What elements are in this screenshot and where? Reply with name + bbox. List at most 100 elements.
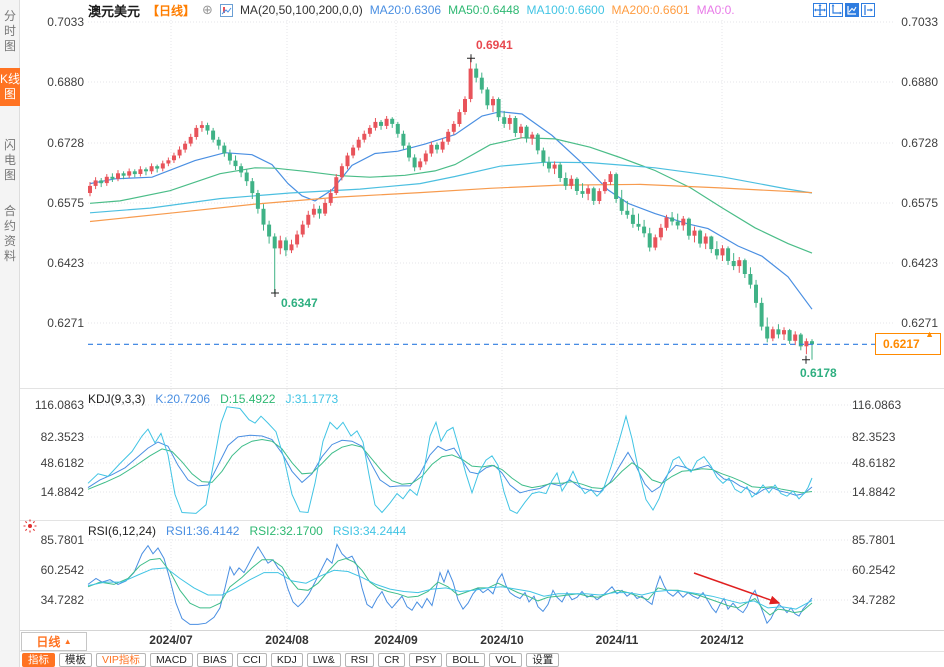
current-price-box: 0.6217 ▲ [875,333,941,355]
low-price-label: 0.6347 [281,296,318,310]
collapse-right-icon[interactable] [861,3,875,17]
gridlines [88,20,893,630]
chart-header: 澳元美元 【日线】 ⊕ MA(20,50,100,200,0,0) MA20:0… [88,2,735,18]
month-label: 2024/09 [364,633,428,647]
add-overlay-icon[interactable]: ⊕ [202,2,213,18]
kdj-d-value: D:15.4922 [220,392,275,406]
kdj-line-k [88,435,812,495]
rsi-line-rsi1 [88,544,812,624]
crosshair-move-icon[interactable] [813,3,827,17]
main-axis-right-2: 0.6728 [848,136,940,150]
kdj-axis-right-1: 82.3523 [852,430,895,444]
axis-scale-icon[interactable] [829,3,843,17]
period-tag: 【日线】 [147,2,195,19]
mini-chart-icon[interactable] [220,4,233,17]
toolbar-boll-button[interactable]: BOLL [446,653,485,667]
trading-app-window: 分时图 K线图 闪电图 合约资料 澳元美元 【日线】 ⊕ MA(20,50,10… [0,0,944,667]
month-label: 2024/10 [470,633,534,647]
ma-line-ma50 [90,138,812,253]
rsi-title: RSI(6,12,24) [88,524,156,538]
kdj-axis-left-1: 82.3523 [24,430,84,444]
sidebar-item-candlestick-chart[interactable]: K线图 [0,68,20,106]
main-price-pane [88,54,875,363]
kdj-k-value: K:20.7206 [155,392,210,406]
symbol-title: 澳元美元 [88,1,140,20]
month-label: 2024/12 [690,633,754,647]
rsi-axis-left-1: 60.2542 [24,563,84,577]
price-cross-marker [802,356,810,364]
toolbar-settings-button[interactable]: 设置 [526,653,559,667]
kdj-pane [88,407,812,514]
rsi-axis-right-0: 85.7801 [852,533,895,547]
toolbar-kdj-button[interactable]: KDJ [271,653,303,667]
ma200-value: MA200:0.6601 [612,3,690,17]
main-axis-right-1: 0.6880 [848,75,940,89]
kdj-axis-right-2: 48.6182 [852,456,895,470]
toolbar-cci-button[interactable]: CCI [237,653,267,667]
main-axis-right-0: 0.7033 [848,15,940,29]
chart-type-sidebar: 分时图 K线图 闪电图 合约资料 [0,0,20,667]
toolbar-macd-button[interactable]: MACD [150,653,193,667]
kdj-axis-right-0: 116.0863 [852,398,901,412]
last-low-price-label: 0.6178 [800,366,837,380]
price-cross-marker [467,54,475,62]
main-axis-right-4: 0.6423 [848,256,940,270]
main-axis-right-3: 0.6575 [848,196,940,210]
toolbar-vol-button[interactable]: VOL [489,653,522,667]
rsi-axis-left-2: 34.7282 [24,593,84,607]
pane-separator [20,630,944,631]
ma20-value: MA20:0.6306 [370,3,441,17]
ma0-value: MA0:0. [697,3,735,17]
period-dropdown-label: 日线 [36,635,60,649]
kdj-axis-left-3: 14.8842 [24,485,84,499]
period-dropdown[interactable]: 日线 ▲ [21,632,87,651]
price-up-marker-icon: ▲ [925,324,934,344]
rsi-line-rsi2 [88,559,812,616]
rsi-axis-left-0: 85.7801 [24,533,84,547]
chart-canvas[interactable] [0,0,944,667]
toolbar-cr-button[interactable]: CR [378,653,405,667]
main-axis-left-1: 0.6880 [24,75,84,89]
rsi-pane [88,544,812,624]
kdj-j-value: J:31.1773 [285,392,338,406]
pane-separator [20,388,944,389]
rsi1-value: RSI1:36.4142 [166,524,239,538]
kdj-axis-left-0: 116.0863 [24,398,84,412]
ma-settings-label: MA(20,50,100,200,0,0) [240,3,363,17]
pane-separator [20,520,944,521]
indicator-marker-sun-icon[interactable] [22,518,38,534]
main-axis-left-3: 0.6575 [24,196,84,210]
ma100-value: MA100:0.6600 [526,3,604,17]
main-axis-left-5: 0.6271 [24,316,84,330]
toolbar-template-button[interactable]: 模板 [59,653,92,667]
toolbar-bias-button[interactable]: BIAS [197,653,233,667]
kdj-title: KDJ(9,3,3) [88,392,145,406]
candlestick-series [88,58,814,359]
kdj-line-j [88,407,812,514]
main-axis-left-2: 0.6728 [24,136,84,150]
toolbar-vip-indicator-button[interactable]: VIP指标 [96,653,146,667]
rsi-axis-right-2: 34.7282 [852,593,895,607]
price-cross-marker [271,289,279,297]
current-price-value: 0.6217 [883,337,920,351]
sidebar-item-time-share-chart[interactable]: 分时图 [0,5,20,58]
toolbar-lw-button[interactable]: LW& [307,653,341,667]
dropdown-arrow-icon: ▲ [64,637,72,646]
toolbar-psy-button[interactable]: PSY [409,653,442,667]
kdj-axis-left-2: 48.6182 [24,456,84,470]
sidebar-item-contract-info[interactable]: 合约资料 [0,200,20,268]
month-label: 2024/07 [139,633,203,647]
rsi2-value: RSI2:32.1700 [249,524,322,538]
toolbar-indicator-button[interactable]: 指标 [22,653,55,667]
toolbar-rsi-button[interactable]: RSI [345,653,375,667]
high-price-label: 0.6941 [476,38,513,52]
pane-separator [20,651,944,652]
kdj-header: KDJ(9,3,3) K:20.7206 D:15.4922 J:31.1773 [88,392,338,406]
chart-panel-icon[interactable] [845,3,859,17]
sidebar-item-flash-chart[interactable]: 闪电图 [0,134,20,187]
month-label: 2024/11 [585,633,649,647]
main-axis-left-0: 0.7033 [24,15,84,29]
rsi3-value: RSI3:34.2444 [333,524,406,538]
main-axis-left-4: 0.6423 [24,256,84,270]
kdj-axis-right-3: 14.8842 [852,485,895,499]
